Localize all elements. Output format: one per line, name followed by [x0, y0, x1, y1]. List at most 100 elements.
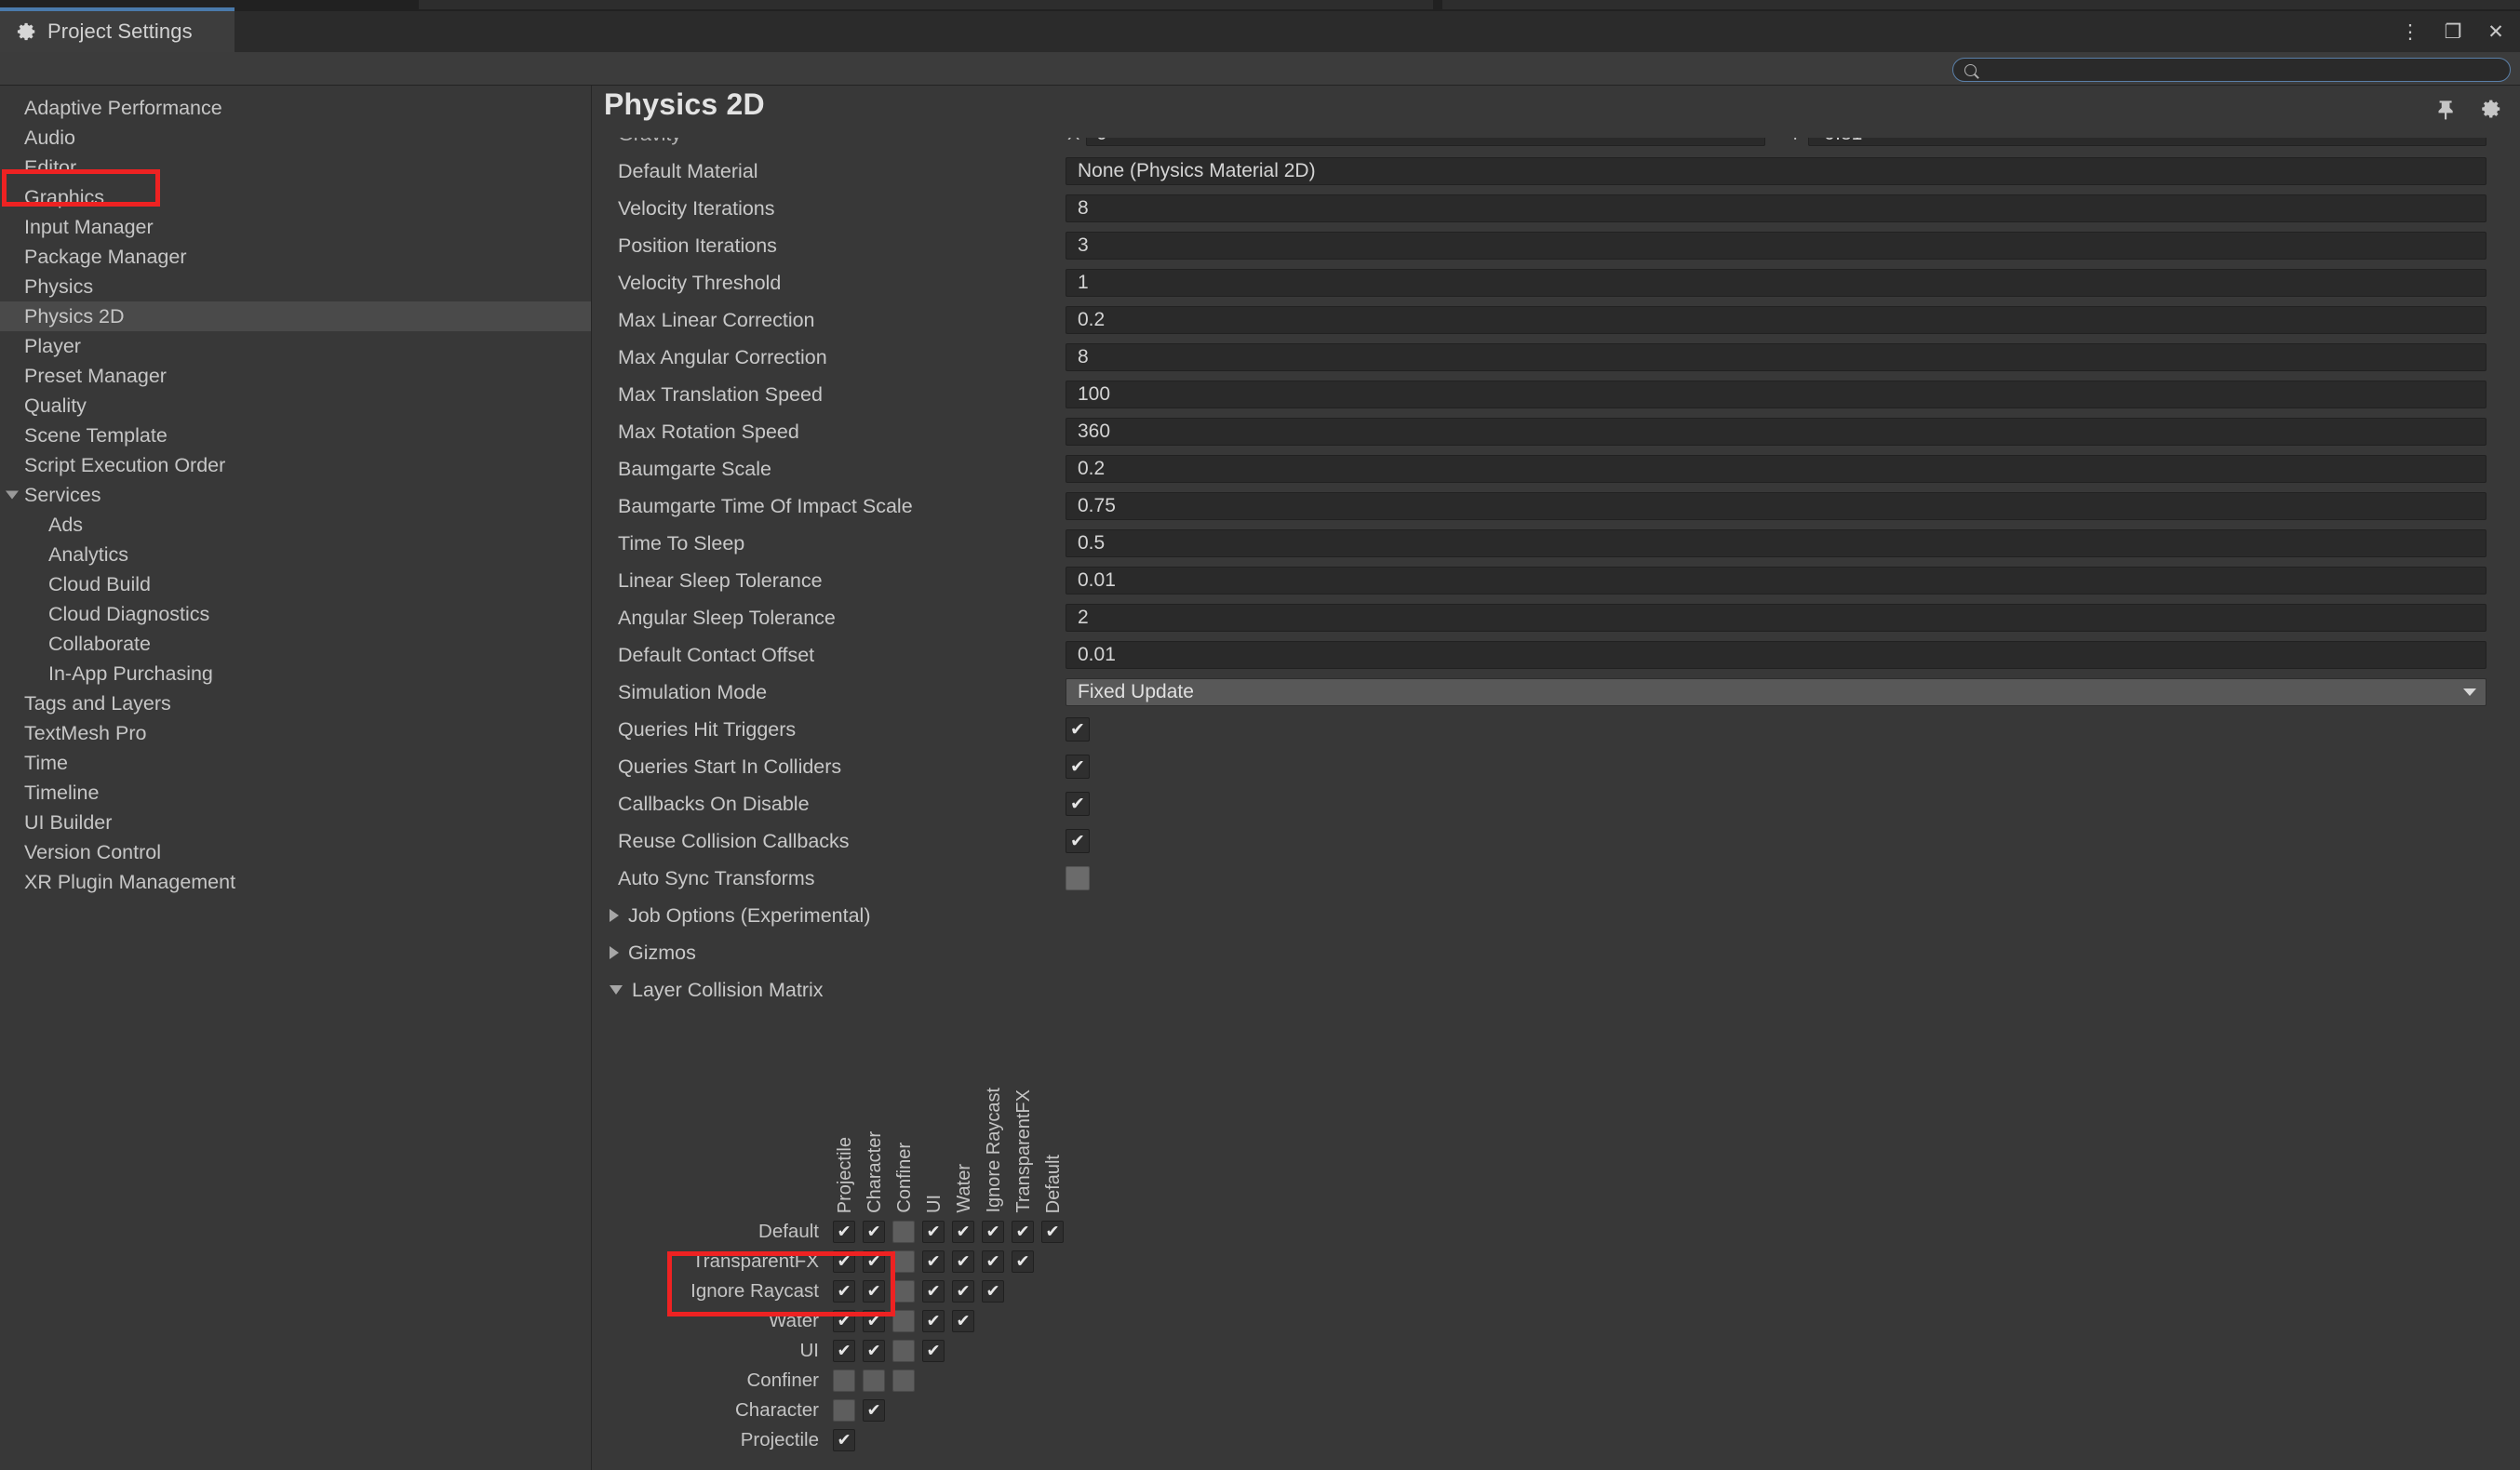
- matrix-cell[interactable]: [892, 1310, 915, 1332]
- field-row-time-to-sleep: Time To Sleep 0.5: [593, 525, 2520, 562]
- max-rotation-speed-input[interactable]: 360: [1066, 418, 2486, 446]
- maximize-icon[interactable]: ❐: [2442, 22, 2464, 42]
- matrix-cell[interactable]: [982, 1280, 1004, 1303]
- baumgarte-scale-input[interactable]: 0.2: [1066, 455, 2486, 483]
- sidebar-item-editor[interactable]: Editor: [0, 153, 591, 182]
- default-material-input[interactable]: None (Physics Material 2D): [1066, 157, 2486, 185]
- matrix-cell[interactable]: [833, 1280, 855, 1303]
- chevron-down-icon[interactable]: [6, 490, 19, 500]
- linear-sleep-tolerance-input[interactable]: 0.01: [1066, 567, 2486, 595]
- matrix-cell[interactable]: [833, 1340, 855, 1362]
- max-angular-correction-input[interactable]: 8: [1066, 343, 2486, 371]
- matrix-cell[interactable]: [1012, 1250, 1034, 1273]
- sidebar-item-analytics[interactable]: Analytics: [0, 540, 591, 569]
- matrix-cell[interactable]: [922, 1340, 945, 1362]
- matrix-cell[interactable]: [892, 1280, 915, 1303]
- pin-icon[interactable]: [2433, 97, 2457, 121]
- matrix-cell[interactable]: [833, 1310, 855, 1332]
- menu-icon[interactable]: ⋮: [2399, 22, 2421, 42]
- matrix-cell[interactable]: [982, 1250, 1004, 1273]
- sidebar-item-physics[interactable]: Physics: [0, 272, 591, 301]
- sidebar-item-script-execution-order[interactable]: Script Execution Order: [0, 450, 591, 480]
- matrix-cell[interactable]: [863, 1370, 885, 1392]
- close-icon[interactable]: ✕: [2485, 22, 2507, 42]
- max-translation-speed-input[interactable]: 100: [1066, 381, 2486, 408]
- matrix-cell[interactable]: [952, 1280, 974, 1303]
- matrix-cell[interactable]: [863, 1340, 885, 1362]
- search-input[interactable]: [1984, 60, 2499, 79]
- matrix-cell[interactable]: [922, 1310, 945, 1332]
- matrix-cell[interactable]: [833, 1429, 855, 1451]
- matrix-cell[interactable]: [892, 1221, 915, 1243]
- sidebar-item-cloud-diagnostics[interactable]: Cloud Diagnostics: [0, 599, 591, 629]
- sidebar-item-package-manager[interactable]: Package Manager: [0, 242, 591, 272]
- max-linear-correction-input[interactable]: 0.2: [1066, 306, 2486, 334]
- sidebar-item-time[interactable]: Time: [0, 748, 591, 778]
- sidebar-item-version-control[interactable]: Version Control: [0, 837, 591, 867]
- gear-icon[interactable]: [2479, 97, 2503, 121]
- sidebar-item-services[interactable]: Services: [0, 480, 591, 510]
- time-to-sleep-input[interactable]: 0.5: [1066, 529, 2486, 557]
- queries-hit-triggers-checkbox[interactable]: [1066, 717, 1090, 742]
- matrix-cell[interactable]: [892, 1340, 915, 1362]
- matrix-cell[interactable]: [892, 1250, 915, 1273]
- sidebar-item-collaborate[interactable]: Collaborate: [0, 629, 591, 659]
- tab-project-settings[interactable]: Project Settings: [0, 11, 235, 52]
- sidebar-item-scene-template[interactable]: Scene Template: [0, 421, 591, 450]
- sidebar-item-input-manager[interactable]: Input Manager: [0, 212, 591, 242]
- sidebar-item-timeline[interactable]: Timeline: [0, 778, 591, 808]
- sidebar-item-tags-and-layers[interactable]: Tags and Layers: [0, 688, 591, 718]
- sidebar-item-ui-builder[interactable]: UI Builder: [0, 808, 591, 837]
- matrix-cell[interactable]: [952, 1310, 974, 1332]
- sidebar-item-adaptive-performance[interactable]: Adaptive Performance: [0, 93, 591, 123]
- auto-sync-transforms-checkbox[interactable]: [1066, 866, 1090, 890]
- sidebar-item-textmesh-pro[interactable]: TextMesh Pro: [0, 718, 591, 748]
- sidebar-item-preset-manager[interactable]: Preset Manager: [0, 361, 591, 391]
- foldout-gizmos[interactable]: Gizmos: [593, 934, 2520, 971]
- sidebar-item-player[interactable]: Player: [0, 331, 591, 361]
- matrix-cell[interactable]: [952, 1221, 974, 1243]
- baumgarte-time-of-impact-scale-input[interactable]: 0.75: [1066, 492, 2486, 520]
- foldout-layer-collision-matrix[interactable]: Layer Collision Matrix: [593, 971, 2520, 1009]
- velocity-iterations-input[interactable]: 8: [1066, 194, 2486, 222]
- chevron-right-icon[interactable]: [610, 946, 619, 959]
- matrix-cell[interactable]: [863, 1310, 885, 1332]
- queries-start-in-colliders-checkbox[interactable]: [1066, 755, 1090, 779]
- matrix-cell[interactable]: [833, 1399, 855, 1422]
- matrix-cell[interactable]: [833, 1250, 855, 1273]
- sidebar-item-graphics[interactable]: Graphics: [0, 182, 591, 212]
- callbacks-on-disable-checkbox[interactable]: [1066, 792, 1090, 816]
- default-contact-offset-input[interactable]: 0.01: [1066, 641, 2486, 669]
- matrix-cell[interactable]: [892, 1370, 915, 1392]
- matrix-cell[interactable]: [863, 1250, 885, 1273]
- matrix-cell[interactable]: [982, 1221, 1004, 1243]
- sidebar-item-quality[interactable]: Quality: [0, 391, 591, 421]
- settings-sidebar[interactable]: Adaptive Performance Audio Editor Graphics I…: [0, 86, 592, 1470]
- matrix-cell[interactable]: [833, 1370, 855, 1392]
- search-box[interactable]: [1952, 58, 2511, 82]
- matrix-cell[interactable]: [833, 1221, 855, 1243]
- simulation-mode-dropdown[interactable]: Fixed Update: [1066, 678, 2486, 706]
- velocity-threshold-input[interactable]: 1: [1066, 269, 2486, 297]
- sidebar-item-physics-2d[interactable]: Physics 2D: [0, 301, 591, 331]
- sidebar-item-audio[interactable]: Audio: [0, 123, 591, 153]
- sidebar-item-cloud-build[interactable]: Cloud Build: [0, 569, 591, 599]
- sidebar-item-in-app-purchasing[interactable]: In-App Purchasing: [0, 659, 591, 688]
- matrix-cell[interactable]: [863, 1221, 885, 1243]
- matrix-cell[interactable]: [922, 1280, 945, 1303]
- matrix-cell[interactable]: [1041, 1221, 1064, 1243]
- reuse-collision-callbacks-checkbox[interactable]: [1066, 829, 1090, 853]
- angular-sleep-tolerance-input[interactable]: 2: [1066, 604, 2486, 632]
- chevron-right-icon[interactable]: [610, 909, 619, 922]
- position-iterations-input[interactable]: 3: [1066, 232, 2486, 260]
- sidebar-item-ads[interactable]: Ads: [0, 510, 591, 540]
- sidebar-item-xr-plugin-management[interactable]: XR Plugin Management: [0, 867, 591, 897]
- foldout-job-options-experimental[interactable]: Job Options (Experimental): [593, 897, 2520, 934]
- matrix-cell[interactable]: [863, 1399, 885, 1422]
- matrix-cell[interactable]: [922, 1250, 945, 1273]
- matrix-cell[interactable]: [1012, 1221, 1034, 1243]
- matrix-cell[interactable]: [952, 1250, 974, 1273]
- matrix-cell[interactable]: [863, 1280, 885, 1303]
- chevron-down-icon[interactable]: [610, 985, 623, 995]
- matrix-cell[interactable]: [922, 1221, 945, 1243]
